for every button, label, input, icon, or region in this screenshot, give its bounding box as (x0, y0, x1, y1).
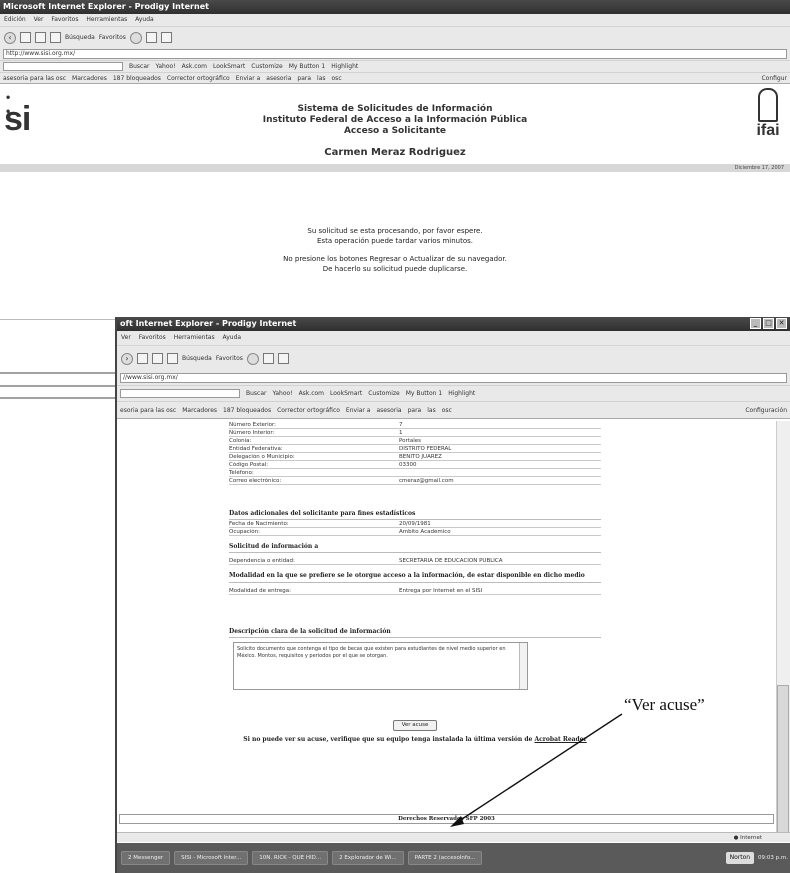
callout-lines (0, 372, 623, 827)
screenshot-composite: { "back_window": { "title": "Microsoft I… (0, 0, 790, 873)
annotation-label: “Ver acuse” (624, 695, 705, 714)
callout-arrow (455, 713, 623, 824)
arrowhead-icon (450, 816, 464, 827)
